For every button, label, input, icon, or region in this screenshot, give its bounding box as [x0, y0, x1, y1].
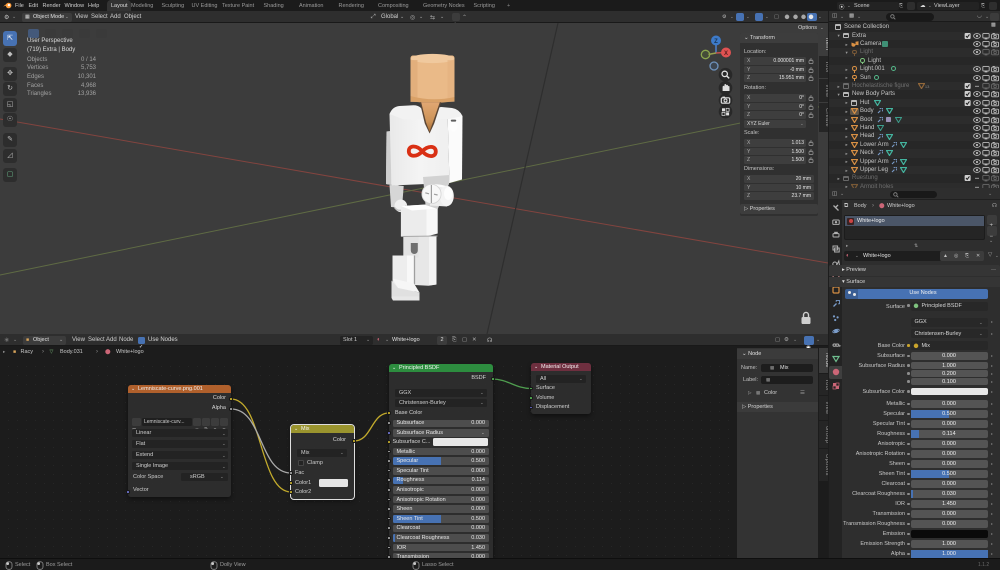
svg-text:X: X [724, 51, 728, 57]
svg-text:Z: Z [714, 39, 718, 45]
